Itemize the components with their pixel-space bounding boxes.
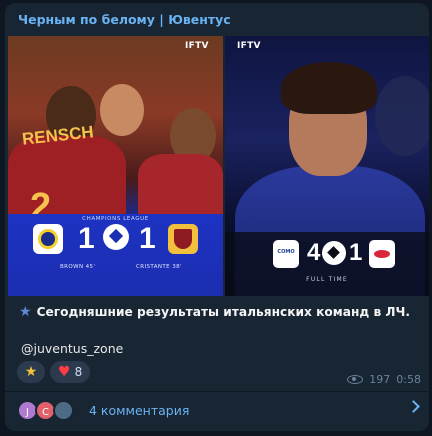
star-icon: ★ (24, 364, 38, 380)
watermark: IFTV (185, 41, 209, 51)
leipzig-crest-icon (369, 240, 395, 268)
avatar (53, 400, 74, 421)
reactions-bar: ★ ♥ 8 (17, 361, 91, 383)
away-score: 1 (139, 222, 156, 255)
match-photo-como[interactable]: IFTV COMO 4 1 FULL TIME (225, 36, 429, 296)
home-score: 4 (307, 239, 321, 266)
como-crest-icon: COMO (273, 240, 299, 268)
fenerbahce-crest-icon (33, 224, 63, 254)
away-scorer: CRISTANTE 38' (136, 264, 182, 270)
player-head (100, 84, 144, 136)
score-graphic: COMO 4 1 FULL TIME (225, 232, 429, 296)
score-graphic: CHAMPIONS LEAGUE 1 1 BROWN 45' CRISTANTE… (8, 214, 223, 296)
home-scorer: BROWN 45' (60, 264, 96, 270)
comments-button[interactable]: J C 4 комментария (5, 392, 429, 431)
football-icon (322, 241, 346, 265)
eye-icon (347, 375, 364, 384)
background-figure (375, 76, 429, 156)
player-hair (281, 62, 377, 114)
channel-name[interactable]: Черным по белому | Ювентус (18, 12, 231, 27)
reaction-count: 8 (74, 365, 83, 379)
roma-crest-icon (168, 224, 198, 254)
star-icon: ★ (19, 304, 32, 320)
home-score: 1 (78, 222, 95, 255)
reaction-star[interactable]: ★ (17, 361, 45, 383)
chevron-right-icon (407, 400, 420, 413)
match-status: FULL TIME (306, 276, 348, 283)
post-caption: ★ Сегодняшние результаты итальянских кома… (19, 304, 411, 320)
away-score: 1 (349, 239, 363, 266)
competition-label: CHAMPIONS LEAGUE (82, 216, 149, 222)
post-time: 0:58 (396, 373, 421, 386)
comments-count: 4 комментария (89, 403, 190, 418)
post-meta: 197 0:58 (347, 373, 421, 386)
match-photo-roma[interactable]: IFTV RENSCH 2 CHAMPIONS LEAGUE 1 1 BROWN… (8, 36, 223, 296)
channel-mention[interactable]: @juventus_zone (21, 341, 123, 356)
views-count: 197 (369, 373, 391, 386)
reaction-heart[interactable]: ♥ 8 (50, 361, 91, 383)
heart-icon: ♥ (58, 364, 71, 380)
watermark: IFTV (237, 41, 261, 51)
message-bubble: Черным по белому | Ювентус IFTV RENSCH 2… (5, 3, 429, 431)
football-icon (103, 224, 129, 250)
